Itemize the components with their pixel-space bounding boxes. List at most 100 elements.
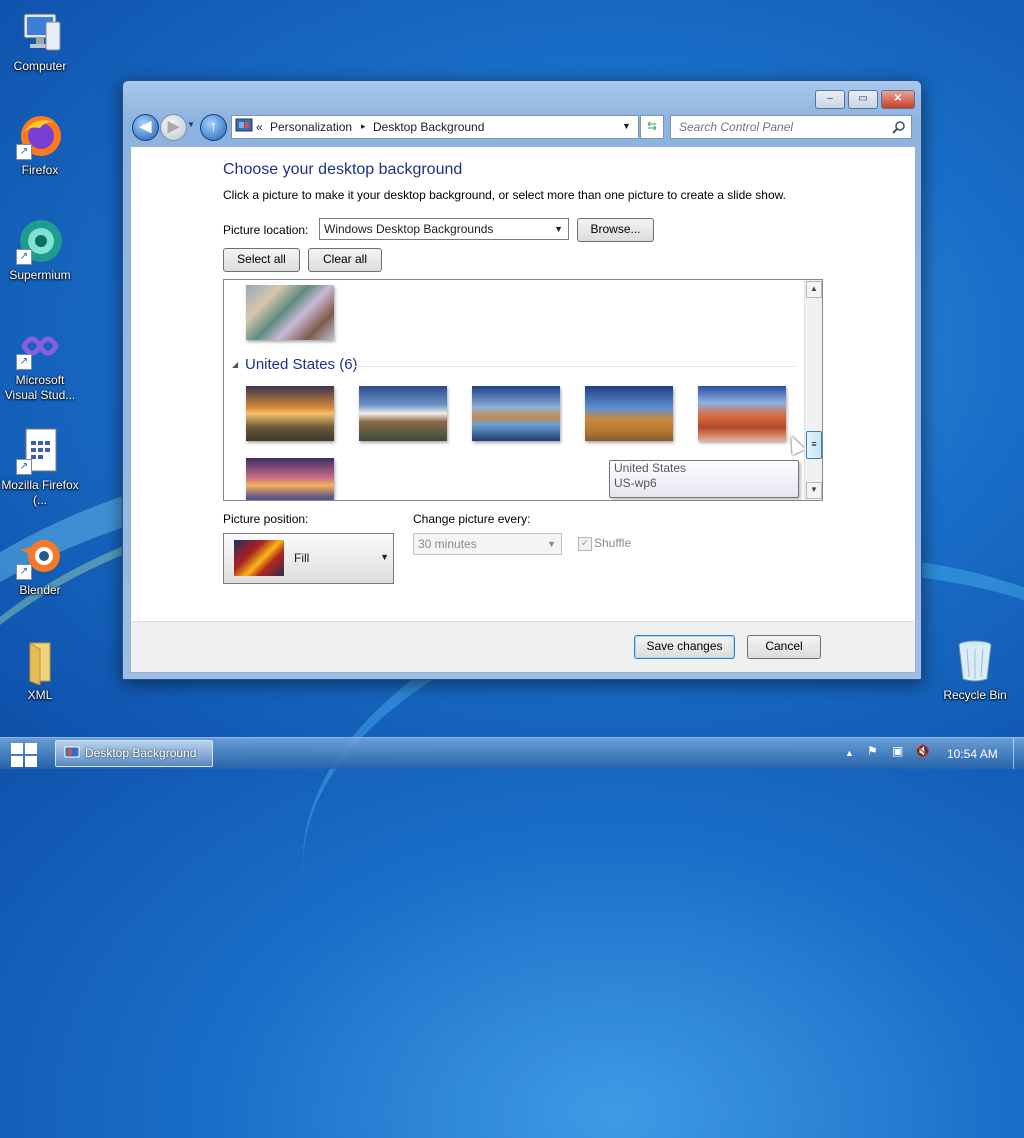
page-description: Click a picture to make it your desktop …	[223, 188, 786, 202]
breadcrumb-personalization[interactable]: Personalization	[270, 120, 352, 134]
breadcrumb-prefix[interactable]: «	[256, 120, 263, 134]
close-button[interactable]: ✕	[881, 90, 915, 109]
mouse-cursor-icon	[784, 432, 806, 456]
wallpaper-thumbnail[interactable]	[472, 386, 560, 441]
dialog-footer: Save changes Cancel	[130, 621, 916, 673]
search-box[interactable]	[670, 115, 912, 139]
recent-pages-dropdown-icon[interactable]: ▼	[187, 120, 195, 129]
desktop-icon-label: Recycle Bin	[943, 688, 1007, 702]
wallpaper-thumbnail[interactable]	[359, 386, 447, 441]
address-dropdown-icon[interactable]: ▼	[622, 121, 631, 131]
desktop-icon-label: Supermium	[9, 268, 71, 282]
network-icon[interactable]: ▣	[892, 744, 903, 758]
refresh-icon: ⇆	[646, 119, 658, 133]
desktop-icon-firefox[interactable]: ↗ Firefox	[0, 112, 80, 178]
group-header-united-states[interactable]: United States (6)	[245, 356, 358, 373]
chevron-down-icon: ▼	[547, 539, 556, 549]
blender-icon: ↗	[16, 532, 64, 580]
desktop-background-window: – ▭ ✕ ◀ ▶ ▼ ↑ « Personalization ▸ Deskto…	[122, 80, 922, 680]
desktop-icon-mozilla-firefox-document[interactable]: ↗ Mozilla Firefox (...	[0, 427, 80, 508]
page-title: Choose your desktop background	[223, 161, 463, 178]
supermium-icon: ↗	[16, 217, 64, 265]
taskbar-item-desktop-background[interactable]: Desktop Background	[55, 740, 213, 767]
document-icon: ↗	[16, 427, 64, 475]
desktop-icon-visual-studio[interactable]: ↗ Microsoft Visual Stud...	[0, 322, 80, 403]
browse-button[interactable]: Browse...	[577, 218, 654, 242]
wallpaper-thumbnail[interactable]	[246, 285, 334, 340]
position-preview-image	[234, 540, 284, 576]
show-hidden-icons-icon[interactable]: ▲	[845, 748, 854, 758]
change-picture-every-label: Change picture every:	[413, 512, 531, 526]
scrollbar-thumb[interactable]: ≡	[806, 431, 822, 459]
control-panel-icon	[235, 118, 253, 132]
shuffle-checkbox[interactable]: ✓	[578, 537, 592, 551]
wallpaper-gallery[interactable]: ◢ United States (6) United States US-wp6…	[223, 279, 823, 501]
forward-button[interactable]: ▶	[160, 114, 187, 141]
picture-location-label: Picture location:	[223, 223, 309, 237]
clock[interactable]: 10:54 AM	[947, 747, 998, 761]
wallpaper-thumbnail[interactable]	[246, 386, 334, 441]
minimize-button[interactable]: –	[815, 90, 845, 109]
clear-all-button[interactable]: Clear all	[308, 248, 382, 272]
shortcut-arrow-icon: ↗	[16, 144, 32, 160]
desktop-icon-xml[interactable]: XML	[0, 637, 80, 703]
chevron-down-icon: ▼	[380, 552, 389, 562]
shortcut-arrow-icon: ↗	[16, 459, 32, 475]
desktop-icon-label: Firefox	[21, 163, 59, 177]
save-changes-button[interactable]: Save changes	[634, 635, 735, 659]
windows-logo-icon	[11, 743, 23, 754]
start-button[interactable]	[8, 740, 38, 768]
taskbar: Desktop Background ▲ ⚑ ▣ 🔇 10:54 AM	[0, 737, 1024, 769]
wallpaper-thumbnail[interactable]	[698, 386, 786, 441]
breadcrumb-desktop-background[interactable]: Desktop Background	[373, 120, 484, 134]
desktop-icon-blender[interactable]: ↗ Blender	[0, 532, 80, 598]
desktop-icon-label: Computer	[13, 59, 67, 73]
shortcut-arrow-icon: ↗	[16, 354, 32, 370]
back-button[interactable]: ◀	[132, 114, 159, 141]
desktop-icon-supermium[interactable]: ↗ Supermium	[0, 217, 80, 283]
desktop-icon-computer[interactable]: Computer	[0, 8, 80, 74]
scroll-up-icon[interactable]: ▲	[806, 281, 822, 298]
cancel-button[interactable]: Cancel	[747, 635, 821, 659]
chevron-down-icon: ▼	[554, 224, 563, 234]
picture-location-select[interactable]: Windows Desktop Backgrounds ▼	[319, 218, 569, 240]
taskbar-item-label: Desktop Background	[85, 746, 197, 760]
picture-position-select[interactable]: Fill ▼	[223, 533, 394, 584]
search-input[interactable]	[677, 119, 886, 135]
recycle-bin-icon	[951, 637, 999, 685]
wallpaper-thumbnail[interactable]	[585, 386, 673, 441]
firefox-icon: ↗	[16, 112, 64, 160]
breadcrumb-separator-icon[interactable]: ▸	[361, 121, 366, 132]
tooltip-line-2: US-wp6	[614, 476, 657, 490]
maximize-button[interactable]: ▭	[848, 90, 878, 109]
desktop-icon-recycle-bin[interactable]: Recycle Bin	[935, 637, 1015, 703]
shuffle-label: Shuffle	[594, 536, 632, 550]
gallery-scrollbar[interactable]: ▲ ≡ ▼	[804, 280, 822, 500]
scroll-down-icon[interactable]: ▼	[806, 482, 822, 499]
volume-muted-icon[interactable]: 🔇	[915, 744, 930, 758]
desktop-icon-label: Mozilla Firefox (...	[1, 478, 79, 507]
desktop-icon-label: Microsoft Visual Stud...	[4, 373, 76, 402]
show-desktop-button[interactable]	[1013, 738, 1024, 769]
address-box[interactable]: « Personalization ▸ Desktop Background ▼	[231, 115, 639, 139]
action-center-flag-icon[interactable]: ⚑	[867, 744, 878, 758]
control-panel-icon	[64, 746, 80, 758]
address-bar-row: ◀ ▶ ▼ ↑ « Personalization ▸ Desktop Back…	[130, 113, 912, 141]
picture-position-label: Picture position:	[223, 512, 309, 526]
tooltip-line-1: United States	[614, 461, 687, 475]
select-all-button[interactable]: Select all	[223, 248, 300, 272]
up-button[interactable]: ↑	[200, 114, 227, 141]
change-picture-every-value: 30 minutes	[418, 537, 477, 551]
search-icon[interactable]	[892, 120, 906, 134]
content-pane: Choose your desktop background Click a p…	[130, 146, 916, 622]
picture-position-value: Fill	[294, 551, 310, 565]
collapse-group-icon[interactable]: ◢	[232, 360, 238, 369]
refresh-button[interactable]: ⇆	[640, 115, 664, 139]
shortcut-arrow-icon: ↗	[16, 564, 32, 580]
shortcut-arrow-icon: ↗	[16, 249, 32, 265]
group-divider	[354, 366, 796, 367]
wallpaper-tooltip: United States US-wp6	[609, 460, 799, 498]
change-picture-every-select[interactable]: 30 minutes ▼	[413, 533, 562, 555]
desktop-icon-label: XML	[27, 688, 53, 702]
wallpaper-thumbnail[interactable]	[246, 458, 334, 500]
